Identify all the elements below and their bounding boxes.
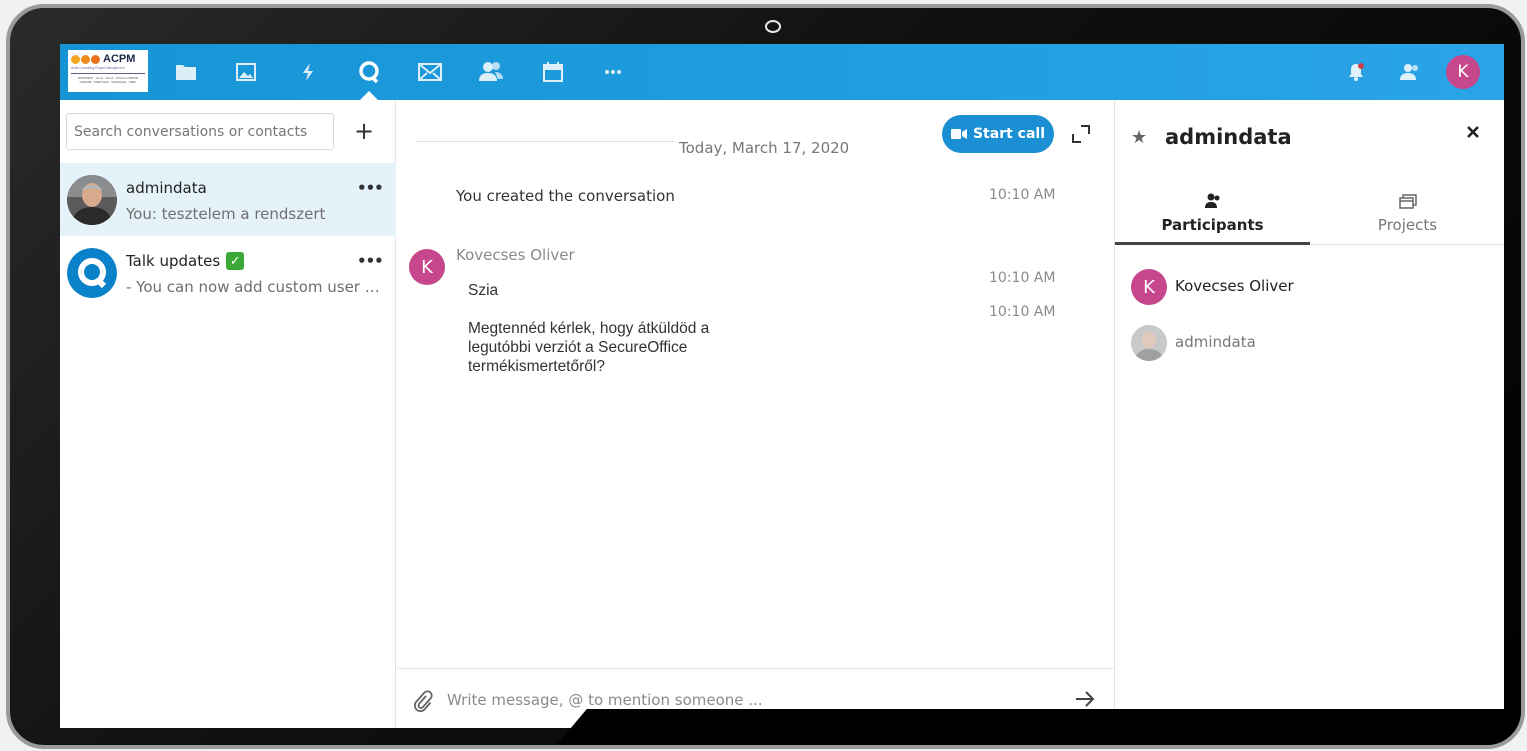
participants-icon bbox=[1115, 190, 1310, 212]
avatar bbox=[67, 175, 117, 225]
message-text: Megtennéd kérlek, hogy átküldöd a legutó… bbox=[468, 319, 709, 376]
projects-icon bbox=[1310, 190, 1504, 212]
send-arrow-icon[interactable] bbox=[1073, 687, 1097, 711]
conversation-item[interactable]: admindata You: tesztelem a rendszert ••• bbox=[60, 163, 396, 236]
conversations-sidebar: + admindata You: tesztelem a rendszert •… bbox=[60, 100, 396, 728]
search-input[interactable] bbox=[66, 113, 334, 150]
message-composer bbox=[397, 668, 1114, 728]
message-line: legutóbbi verziót a SecureOffice bbox=[468, 339, 688, 356]
app-screen: ACPM Audit Consulting Project Management… bbox=[60, 44, 1504, 728]
participant-name: admindata bbox=[1175, 333, 1256, 351]
panel-title: admindata bbox=[1165, 125, 1292, 149]
conversation-name: Talk updates ✓ bbox=[126, 252, 245, 270]
message-line: Megtennéd kérlek, hogy átküldöd a bbox=[468, 320, 710, 337]
message-text: Szia bbox=[468, 282, 499, 299]
notifications-icon[interactable] bbox=[1342, 58, 1370, 86]
message-line: termékismertetőről? bbox=[468, 358, 605, 375]
conversation-details-panel: ★ admindata Participants Projects K Kove… bbox=[1114, 100, 1504, 728]
camera bbox=[765, 20, 781, 33]
user-avatar[interactable]: K bbox=[1446, 55, 1480, 89]
logo-subtitle: Audit Consulting Project Management bbox=[71, 66, 125, 70]
start-call-button[interactable]: Start call bbox=[942, 115, 1054, 153]
logo-cities-2: NAIROBI · PRETORIA · SHANGHAI · WIEN bbox=[79, 80, 137, 84]
close-icon bbox=[1467, 126, 1479, 138]
active-app-caret bbox=[360, 91, 378, 100]
new-conversation-button[interactable]: + bbox=[349, 116, 379, 146]
favorite-star-icon[interactable]: ★ bbox=[1131, 127, 1147, 148]
conversation-last-message: You: tesztelem a rendszert bbox=[126, 205, 326, 223]
conversation-last-message: - You can now add custom user gr... bbox=[126, 278, 382, 296]
date-separator: Today, March 17, 2020 bbox=[675, 139, 854, 157]
participant-name: Kovecses Oliver bbox=[1175, 277, 1294, 295]
company-logo[interactable]: ACPM Audit Consulting Project Management… bbox=[68, 50, 148, 92]
message-author-avatar[interactable]: K bbox=[409, 249, 445, 285]
start-call-label: Start call bbox=[972, 126, 1046, 142]
conversation-more-button[interactable]: ••• bbox=[357, 252, 384, 270]
active-tab-indicator bbox=[1115, 242, 1310, 245]
logo-word: ACPM bbox=[103, 53, 136, 65]
calendar-icon[interactable] bbox=[539, 58, 567, 86]
message-time: 10:10 AM bbox=[989, 304, 1056, 320]
talk-icon[interactable] bbox=[355, 58, 383, 86]
mail-icon[interactable] bbox=[416, 58, 444, 86]
video-camera-icon bbox=[950, 129, 967, 139]
avatar bbox=[1131, 325, 1167, 361]
contacts-icon[interactable] bbox=[477, 58, 505, 86]
message-time: 10:10 AM bbox=[989, 187, 1056, 203]
message-author: Kovecses Oliver bbox=[456, 246, 575, 264]
tab-label: Projects bbox=[1377, 216, 1438, 234]
tab-projects[interactable]: Projects bbox=[1310, 190, 1504, 245]
message-time: 10:10 AM bbox=[989, 270, 1056, 286]
chat-view: Today, March 17, 2020 Start call You cre… bbox=[397, 100, 1114, 728]
conversation-item[interactable]: Talk updates ✓ - You can now add custom … bbox=[60, 236, 396, 309]
avatar: K bbox=[1131, 269, 1167, 305]
tab-participants[interactable]: Participants bbox=[1115, 190, 1310, 245]
conversation-more-button[interactable]: ••• bbox=[357, 179, 384, 197]
top-navigation-bar: ACPM Audit Consulting Project Management… bbox=[60, 44, 1504, 100]
attachment-icon[interactable] bbox=[411, 690, 433, 712]
files-icon[interactable] bbox=[172, 58, 200, 86]
tab-label: Participants bbox=[1161, 216, 1264, 234]
more-apps-icon[interactable] bbox=[599, 58, 627, 86]
system-message: You created the conversation bbox=[456, 187, 675, 205]
activity-icon[interactable] bbox=[294, 58, 322, 86]
tablet-frame: ACPM Audit Consulting Project Management… bbox=[6, 4, 1525, 749]
photos-icon[interactable] bbox=[232, 58, 260, 86]
conversation-title: Talk updates bbox=[126, 252, 221, 270]
check-mark-icon: ✓ bbox=[226, 252, 245, 270]
fullscreen-icon[interactable] bbox=[1069, 122, 1093, 146]
close-panel-button[interactable] bbox=[1461, 120, 1485, 144]
talk-logo-avatar bbox=[67, 248, 117, 298]
message-input[interactable] bbox=[447, 683, 1047, 717]
conversation-name: admindata bbox=[126, 179, 207, 197]
contacts-menu-icon[interactable] bbox=[1396, 58, 1424, 86]
